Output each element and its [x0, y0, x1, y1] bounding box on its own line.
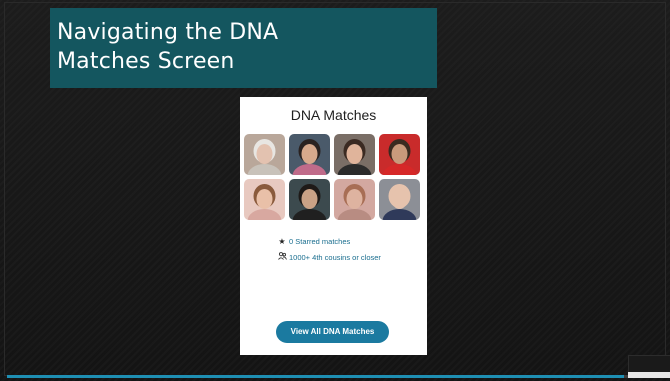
match-photo[interactable]: [379, 134, 420, 175]
slide-title-line-2: Matches Screen: [57, 49, 235, 74]
view-all-dna-matches-button[interactable]: View All DNA Matches: [276, 321, 389, 343]
man-bald-photo: [379, 179, 420, 220]
match-photo[interactable]: [379, 179, 420, 220]
dna-matches-card: DNA Matches ★ 0 Starred matches 1000+ 4t…: [240, 97, 427, 355]
couple-photo: [289, 134, 330, 175]
slide-title-box: Navigating the DNA Matches Screen: [50, 8, 437, 88]
slide-progress-fill: [7, 375, 624, 378]
match-photo[interactable]: [244, 179, 285, 220]
elderly-woman-photo: [244, 134, 285, 175]
woman-smiling-photo: [334, 134, 375, 175]
star-icon: ★: [278, 237, 286, 246]
match-photo[interactable]: [289, 179, 330, 220]
match-photo-grid: [244, 134, 422, 221]
woman-sunglasses-photo: [289, 179, 330, 220]
match-photo[interactable]: [244, 134, 285, 175]
presentation-slide: Navigating the DNA Matches Screen DNA Ma…: [0, 0, 670, 381]
starred-matches-link[interactable]: ★ 0 Starred matches: [277, 237, 350, 246]
cousins-label: 1000+ 4th cousins or closer: [289, 252, 381, 262]
match-photo[interactable]: [289, 134, 330, 175]
match-photo[interactable]: [334, 179, 375, 220]
man-red-shirt-photo: [379, 134, 420, 175]
slide-progress-track: [7, 375, 663, 378]
slide-title-line-1: Navigating the DNA: [57, 20, 279, 45]
cousins-link[interactable]: 1000+ 4th cousins or closer: [277, 252, 381, 262]
starred-matches-label: 0 Starred matches: [289, 237, 351, 246]
woman-pink-photo: [244, 179, 285, 220]
people-icon: [277, 252, 287, 262]
blurred-portrait-photo: [334, 179, 375, 220]
card-title: DNA Matches: [290, 107, 377, 123]
corner-strip: [628, 372, 670, 378]
match-photo[interactable]: [334, 134, 375, 175]
